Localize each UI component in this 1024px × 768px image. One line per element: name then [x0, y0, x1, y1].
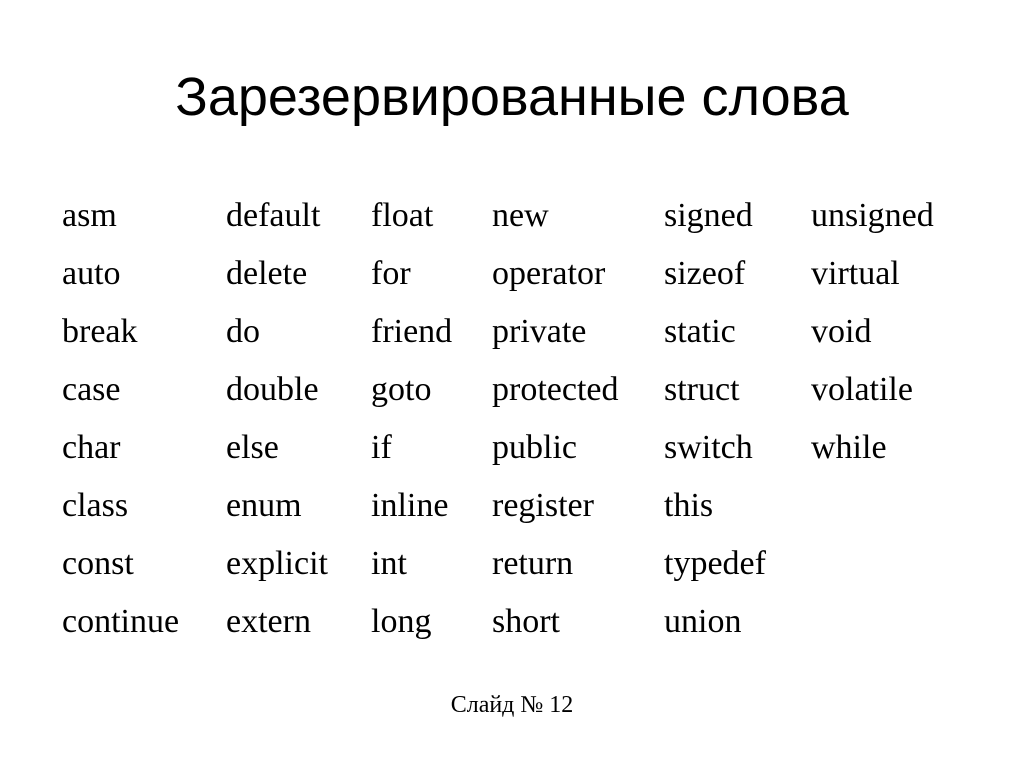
- slide-title: Зарезервированные слова: [175, 67, 849, 127]
- keyword: static: [664, 313, 736, 350]
- keyword: this: [664, 487, 714, 524]
- keyword: private: [492, 313, 587, 350]
- keyword: typedef: [664, 545, 766, 582]
- keyword: unsigned: [811, 197, 934, 234]
- keyword: extern: [226, 603, 311, 640]
- keyword-column: new operator private protected public registe…: [492, 187, 619, 651]
- keyword: struct: [664, 371, 740, 408]
- keyword: void: [811, 313, 872, 350]
- keyword: int: [371, 545, 407, 582]
- keyword: while: [811, 429, 887, 466]
- keyword: return: [492, 545, 574, 582]
- keyword: virtual: [811, 255, 900, 292]
- keyword: auto: [62, 255, 121, 292]
- keyword-column: float for friend goto if inline int long: [371, 187, 452, 651]
- keyword: for: [371, 255, 411, 292]
- keyword: short: [492, 603, 560, 640]
- keyword: new: [492, 197, 549, 234]
- keyword: signed: [664, 197, 753, 234]
- keyword: const: [62, 545, 134, 582]
- keyword: switch: [664, 429, 753, 466]
- keyword: case: [62, 371, 121, 408]
- keyword: register: [492, 487, 594, 524]
- keyword: char: [62, 429, 121, 466]
- keyword: do: [226, 313, 260, 350]
- keyword: inline: [371, 487, 449, 524]
- keyword: operator: [492, 255, 606, 292]
- keyword: goto: [371, 371, 432, 408]
- keyword: break: [62, 313, 138, 350]
- slide-number: Слайд № 12: [450, 692, 574, 718]
- keyword: protected: [492, 371, 619, 408]
- keyword: enum: [226, 487, 302, 524]
- keyword: volatile: [811, 371, 913, 408]
- keyword: asm: [62, 197, 117, 234]
- keyword: sizeof: [664, 255, 746, 292]
- keyword: double: [226, 371, 319, 408]
- keyword: if: [371, 429, 392, 466]
- keyword: class: [62, 487, 129, 524]
- keyword: continue: [62, 603, 180, 640]
- keyword: explicit: [226, 545, 328, 582]
- keyword: union: [664, 603, 742, 640]
- keyword-column: asm auto break case char class const continue: [62, 187, 179, 651]
- keyword: public: [492, 429, 577, 466]
- keyword: default: [226, 197, 321, 234]
- keyword-column: signed sizeof static struct switch this typede…: [664, 187, 766, 651]
- keyword: else: [226, 429, 279, 466]
- keyword: delete: [226, 255, 308, 292]
- keyword: friend: [371, 313, 453, 350]
- keyword-column: unsigned virtual void volatile while: [811, 187, 934, 477]
- keyword: float: [371, 197, 434, 234]
- keyword: long: [371, 603, 432, 640]
- keyword-column: default delete do double else enum explicit ext…: [226, 187, 328, 651]
